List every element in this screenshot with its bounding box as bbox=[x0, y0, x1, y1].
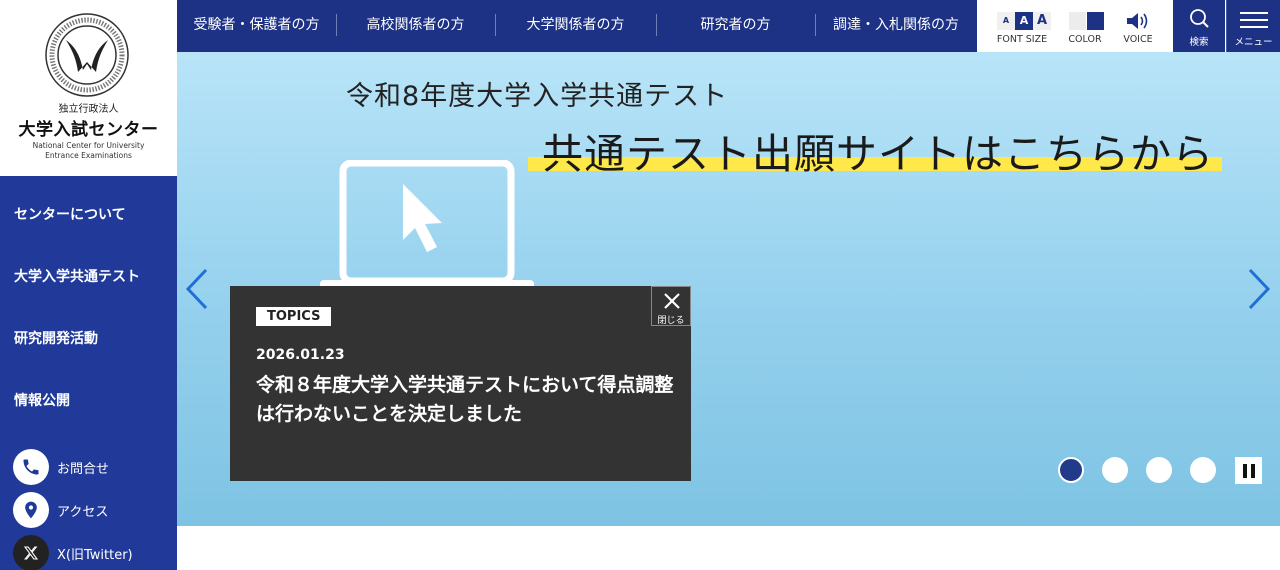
map-pin-icon bbox=[13, 492, 49, 528]
org-name-en-2: Entrance Examinations bbox=[45, 151, 132, 160]
font-size-label: FONT SIZE bbox=[996, 34, 1048, 45]
topics-close-label: 閉じる bbox=[657, 316, 685, 326]
phone-icon bbox=[13, 449, 49, 485]
topics-panel[interactable]: TOPICS 2026.01.23 令和８年度大学入学共通テストにおいて得点調整… bbox=[230, 286, 691, 481]
search-label: 検索 bbox=[1189, 37, 1209, 48]
search-button[interactable]: 検索 bbox=[1173, 0, 1225, 52]
topics-headline[interactable]: 令和８年度大学入学共通テストにおいて得点調整は行わないことを決定しました bbox=[256, 371, 676, 429]
voice-button[interactable]: VOICE bbox=[1117, 0, 1159, 52]
carousel-dot-3[interactable] bbox=[1146, 457, 1172, 483]
topnav-item-procurement[interactable]: 調達・入札関係の方 bbox=[815, 0, 977, 52]
close-icon bbox=[664, 293, 680, 309]
twitter-link[interactable]: X(旧Twitter) bbox=[13, 535, 133, 570]
topnav-item-researchers[interactable]: 研究者の方 bbox=[656, 0, 815, 52]
pause-icon bbox=[1242, 463, 1255, 478]
sidebar-item-about[interactable]: センターについて bbox=[0, 184, 177, 246]
prev-slide-arrow-icon[interactable] bbox=[184, 268, 210, 310]
carousel-pause-button[interactable] bbox=[1235, 457, 1262, 484]
menu-label: メニュー bbox=[1234, 37, 1273, 48]
color-dark-swatch[interactable] bbox=[1087, 12, 1104, 30]
emblem-logo-icon bbox=[45, 13, 129, 97]
org-name: 大学入試センター bbox=[18, 120, 159, 140]
accessibility-tools: A A A FONT SIZE COLOR VOICE bbox=[977, 0, 1173, 52]
topics-close-button[interactable]: 閉じる bbox=[651, 286, 691, 326]
sidebar: 独立行政法人 大学入試センター National Center for Univ… bbox=[0, 0, 177, 570]
x-logo-icon bbox=[13, 535, 49, 570]
sidebar-item-research[interactable]: 研究開発活動 bbox=[0, 308, 177, 370]
hamburger-menu-icon bbox=[1240, 12, 1268, 28]
contact-link[interactable]: お問合せ bbox=[13, 449, 133, 485]
font-size-large-button[interactable]: A bbox=[1033, 12, 1051, 30]
laptop-cursor-icon bbox=[320, 160, 534, 290]
voice-label: VOICE bbox=[1123, 34, 1153, 45]
twitter-link-label: X(旧Twitter) bbox=[57, 547, 133, 563]
hero-subtitle: 令和8年度大学入学共通テスト bbox=[346, 81, 729, 112]
org-name-en-1: National Center for University bbox=[32, 141, 145, 150]
carousel-dot-4[interactable] bbox=[1190, 457, 1216, 483]
sidebar-item-common-test[interactable]: 大学入学共通テスト bbox=[0, 246, 177, 308]
carousel-dots bbox=[1058, 457, 1234, 483]
topnav-item-university[interactable]: 大学関係者の方 bbox=[495, 0, 656, 52]
menu-button[interactable]: メニュー bbox=[1226, 0, 1280, 52]
color-control: COLOR bbox=[1063, 0, 1107, 52]
org-type: 独立行政法人 bbox=[58, 104, 119, 115]
carousel-dot-1[interactable] bbox=[1058, 457, 1084, 483]
sidebar-links: お問合せ アクセス X(旧Twitter) bbox=[13, 449, 133, 570]
topics-date: 2026.01.23 bbox=[256, 347, 345, 363]
top-nav: 受験者・保護者の方 高校関係者の方 大学関係者の方 研究者の方 調達・入札関係の… bbox=[177, 0, 977, 52]
font-size-small-button[interactable]: A bbox=[997, 12, 1015, 30]
font-size-medium-button[interactable]: A bbox=[1015, 12, 1033, 30]
access-link-label: アクセス bbox=[57, 504, 109, 520]
sidebar-item-disclosure[interactable]: 情報公開 bbox=[0, 370, 177, 432]
topnav-item-examinees[interactable]: 受験者・保護者の方 bbox=[177, 0, 336, 52]
topnav-item-high-school[interactable]: 高校関係者の方 bbox=[336, 0, 495, 52]
sidebar-nav: センターについて 大学入学共通テスト 研究開発活動 情報公開 bbox=[0, 184, 177, 432]
next-slide-arrow-icon[interactable] bbox=[1246, 268, 1272, 310]
search-icon bbox=[1190, 9, 1209, 28]
color-default-swatch[interactable] bbox=[1069, 12, 1086, 30]
carousel-dot-2[interactable] bbox=[1102, 457, 1128, 483]
contact-link-label: お問合せ bbox=[57, 461, 110, 477]
site-logo[interactable]: 独立行政法人 大学入試センター National Center for Univ… bbox=[0, 0, 177, 176]
color-label: COLOR bbox=[1068, 34, 1102, 45]
speaker-icon bbox=[1127, 13, 1148, 29]
access-link[interactable]: アクセス bbox=[13, 492, 133, 528]
font-size-control: A A A FONT SIZE bbox=[991, 0, 1053, 52]
hero-title: 共通テスト出願サイトはこちらから bbox=[542, 130, 1214, 178]
topics-badge: TOPICS bbox=[256, 307, 332, 326]
